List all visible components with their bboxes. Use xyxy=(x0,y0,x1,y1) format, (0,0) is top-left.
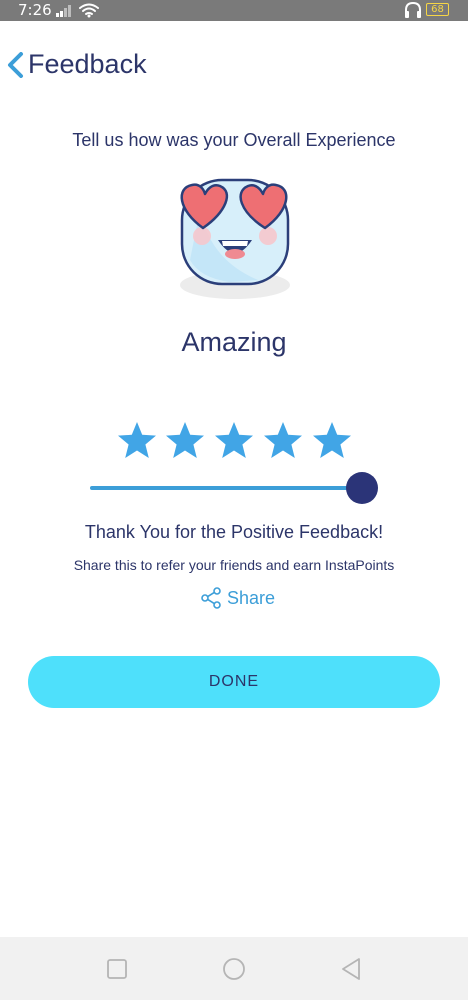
star-icon-4[interactable] xyxy=(263,421,303,461)
signal-wifi-icons xyxy=(56,3,99,18)
rating-slider[interactable] xyxy=(90,470,380,506)
star-rating[interactable] xyxy=(117,421,352,461)
headset-icon xyxy=(405,2,421,18)
feedback-prompt: Tell us how was your Overall Experience xyxy=(72,130,396,150)
signal-icon xyxy=(56,5,71,17)
star-icon-1[interactable] xyxy=(117,421,157,461)
heart-eyes-emoji-icon xyxy=(180,178,290,299)
share-prompt: Share this to refer your friends and ear… xyxy=(73,557,395,573)
star-icon-3[interactable] xyxy=(214,421,254,461)
status-time: 7:26 xyxy=(18,1,52,19)
chevron-left-icon[interactable] xyxy=(6,52,24,78)
rating-label: Amazing xyxy=(181,327,287,357)
star-icon-5[interactable] xyxy=(312,421,352,461)
circle-icon[interactable] xyxy=(222,957,246,981)
slider-thumb[interactable] xyxy=(346,472,378,504)
page-title[interactable]: Feedback xyxy=(28,46,147,82)
triangle-back-icon[interactable] xyxy=(339,957,363,981)
status-icons-right: 68 xyxy=(404,2,450,19)
share-label[interactable]: Share xyxy=(227,586,275,610)
battery-icon: 68 xyxy=(426,3,449,16)
system-nav-bar xyxy=(0,937,468,1000)
star-icon-2[interactable] xyxy=(165,421,205,461)
square-icon[interactable] xyxy=(105,957,129,981)
slider-track[interactable] xyxy=(90,486,358,490)
share-icon[interactable] xyxy=(200,587,222,609)
thanks-message: Thank You for the Positive Feedback! xyxy=(84,522,384,542)
wifi-icon xyxy=(79,3,99,15)
done-button[interactable]: DONE xyxy=(28,656,440,708)
status-bar: 7:26 68 xyxy=(0,0,468,21)
